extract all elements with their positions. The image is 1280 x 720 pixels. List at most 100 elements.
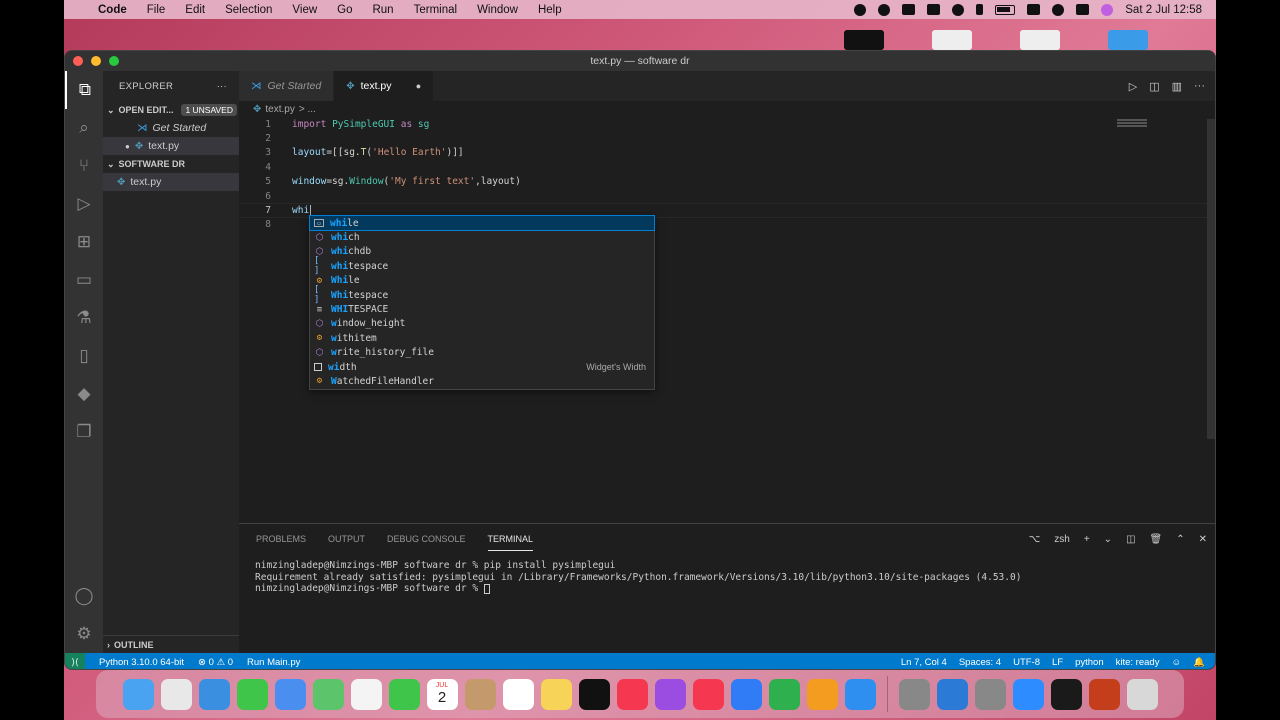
close-panel-icon[interactable]: ✕ — [1199, 534, 1207, 545]
trash-icon[interactable] — [1126, 678, 1158, 710]
desktop-file-icon[interactable] — [1020, 30, 1060, 50]
suggestion-item[interactable]: ⬡ which — [310, 230, 654, 244]
messages-icon[interactable] — [236, 678, 268, 710]
reminders-icon[interactable] — [502, 678, 534, 710]
remote-indicator[interactable]: ⟩⟨ — [65, 653, 85, 669]
chevron-down-icon[interactable]: ⌄ — [1104, 534, 1112, 545]
contacts-icon[interactable] — [464, 678, 496, 710]
wifi-icon[interactable] — [1027, 4, 1041, 15]
suggestion-item[interactable]: ≡ WHITESPACE — [310, 302, 654, 316]
more-actions-icon[interactable]: ··· — [1194, 80, 1205, 92]
unsaved-dot-icon[interactable]: ● — [416, 81, 421, 91]
launchpad-icon[interactable] — [160, 678, 192, 710]
rocket-icon[interactable] — [927, 4, 941, 15]
spotlight-icon[interactable] — [1052, 3, 1065, 16]
breadcrumb-separator[interactable]: > ... — [299, 104, 316, 115]
podcasts-icon[interactable] — [654, 678, 686, 710]
suggestion-item[interactable]: ⬡ window_height — [310, 317, 654, 331]
facetime-icon[interactable] — [388, 678, 420, 710]
docker-icon[interactable]: ◆ — [65, 375, 103, 413]
camera-icon[interactable] — [902, 4, 916, 15]
news-icon[interactable] — [692, 678, 724, 710]
menubar-clock[interactable]: Sat 2 Jul 12:58 — [1125, 4, 1202, 16]
explorer-icon[interactable]: ⧉ — [65, 71, 103, 109]
suggestion-item[interactable]: [ ] whitespace — [310, 256, 654, 276]
mail-icon[interactable] — [274, 678, 306, 710]
menu-terminal[interactable]: Terminal — [404, 4, 467, 16]
play-icon[interactable] — [952, 3, 965, 16]
menu-help[interactable]: Help — [528, 4, 572, 16]
remote-explorer-icon[interactable]: ▭ — [65, 261, 103, 299]
menu-window[interactable]: Window — [467, 4, 528, 16]
tv-icon[interactable] — [578, 678, 610, 710]
open-editors-section[interactable]: ⌄ OPEN EDIT... 1 UNSAVED — [103, 101, 239, 119]
tab-output[interactable]: OUTPUT — [328, 534, 365, 544]
split-terminal-icon[interactable]: ◫ — [1126, 534, 1135, 545]
python-interpreter[interactable]: Python 3.10.0 64-bit — [99, 657, 184, 668]
menu-selection[interactable]: Selection — [215, 4, 282, 16]
calendar-icon[interactable]: JUL 2 — [426, 678, 458, 710]
suggestion-item[interactable]: ▭ while — [309, 214, 655, 232]
desktop-file-icon[interactable] — [932, 30, 972, 50]
suggestion-item[interactable]: ⬡ write_history_file — [310, 346, 654, 360]
terminal-shell-name[interactable]: zsh — [1054, 534, 1070, 545]
suggestion-item[interactable]: ⚙ While — [310, 274, 654, 288]
minimap[interactable] — [1117, 119, 1207, 129]
indentation[interactable]: Spaces: 4 — [959, 657, 1001, 668]
bluetooth-icon[interactable] — [976, 4, 984, 15]
open-editor-item[interactable]: ● ✥ text.py — [103, 137, 239, 155]
menu-app-code[interactable]: Code — [88, 4, 137, 16]
control-center-icon[interactable] — [1076, 4, 1090, 15]
problems-count[interactable]: ⊗ 0 ⚠ 0 — [198, 657, 233, 668]
new-terminal-icon[interactable]: + — [1084, 534, 1090, 545]
suggestion-item[interactable]: ⚙ WatchedFileHandler — [310, 374, 654, 388]
manage-gear-icon[interactable]: ⚙ — [65, 615, 103, 653]
language-mode[interactable]: python — [1075, 657, 1104, 668]
photos-icon[interactable] — [350, 678, 382, 710]
end-of-line[interactable]: LF — [1052, 657, 1063, 668]
extensions-icon[interactable]: ⊞ — [65, 223, 103, 261]
suggestion-item[interactable]: ⬡ whichdb — [310, 245, 654, 259]
menu-go[interactable]: Go — [327, 4, 362, 16]
siri-icon[interactable] — [1101, 3, 1114, 16]
menu-view[interactable]: View — [282, 4, 327, 16]
encoding[interactable]: UTF-8 — [1013, 657, 1040, 668]
suggestion-item[interactable]: width Widget's Width — [310, 360, 654, 374]
breadcrumb-file[interactable]: text.py — [265, 104, 294, 115]
menu-edit[interactable]: Edit — [175, 4, 215, 16]
tab-debug-console[interactable]: DEBUG CONSOLE — [387, 534, 466, 544]
kite-icon[interactable] — [878, 3, 891, 16]
notes-icon[interactable] — [540, 678, 572, 710]
account-icon[interactable]: ◯ — [65, 577, 103, 615]
trash-icon[interactable]: 🗑 — [1150, 534, 1163, 545]
keynote-icon[interactable] — [730, 678, 762, 710]
outline-section[interactable]: › OUTLINE — [103, 635, 239, 653]
open-preview-icon[interactable]: ◫ — [1149, 80, 1159, 93]
testing-icon[interactable]: ⚗ — [65, 299, 103, 337]
numbers-icon[interactable] — [768, 678, 800, 710]
run-debug-icon[interactable]: ▷ — [65, 185, 103, 223]
editor-scrollbar[interactable] — [1207, 119, 1215, 439]
record-icon[interactable] — [854, 3, 867, 16]
kite-status[interactable]: kite: ready — [1116, 657, 1160, 668]
tab-get-started[interactable]: ⋊ Get Started — [239, 71, 335, 101]
split-editor-icon[interactable]: ▥ — [1172, 80, 1182, 93]
tab-text-py[interactable]: ✥ text.py ● — [334, 71, 435, 101]
open-editor-item[interactable]: ⋊ Get Started — [103, 119, 239, 137]
pages-icon[interactable] — [806, 678, 838, 710]
zoom-icon[interactable] — [1012, 678, 1044, 710]
suggestion-item[interactable]: [ ] Whitespace — [310, 285, 654, 305]
menu-run[interactable]: Run — [362, 4, 403, 16]
folder-section[interactable]: ⌄ SOFTWARE DR — [103, 155, 239, 173]
safari-icon[interactable] — [198, 678, 230, 710]
music-icon[interactable] — [616, 678, 648, 710]
notifications-bell-icon[interactable]: 🔔 — [1193, 657, 1205, 668]
unsaved-dot-icon[interactable]: ● — [125, 142, 130, 151]
desktop-file-icon[interactable] — [844, 30, 884, 50]
chrome-icon[interactable] — [1050, 678, 1082, 710]
powerpoint-icon[interactable] — [1088, 678, 1120, 710]
desktop-folder-icon[interactable] — [1108, 30, 1148, 50]
appstore-icon[interactable] — [844, 678, 876, 710]
automator-icon[interactable] — [898, 678, 930, 710]
maps-icon[interactable] — [312, 678, 344, 710]
